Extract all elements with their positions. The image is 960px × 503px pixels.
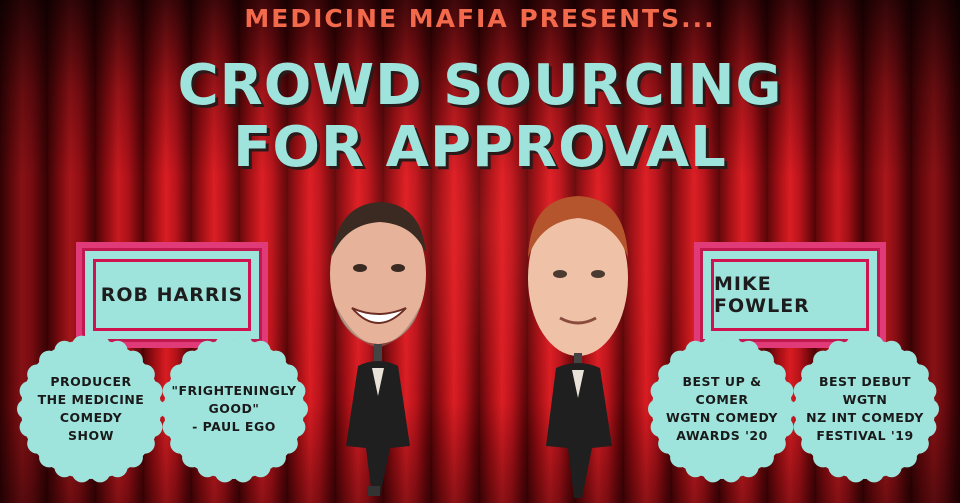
scallop-bump [233, 462, 254, 483]
name-stamp-mike: MIKE FOWLER [691, 239, 889, 351]
scallop-bump [17, 399, 37, 419]
badge-text: BEST DEBUT WGTN NZ INT COMEDY FESTIVAL '… [806, 374, 924, 443]
award-badge: BEST UP & COMER WGTN COMEDY AWARDS '20 [648, 335, 796, 483]
scallop-bump [648, 399, 668, 419]
badge-text: "FRIGHTENINGLY GOOD" - PAUL EGO [171, 383, 297, 434]
scallop-bump [702, 335, 723, 356]
scallop-bump [250, 457, 271, 478]
scallop-bump [233, 335, 254, 356]
scallop-bump [881, 457, 902, 478]
name-stamp-rob: ROB HARRIS [73, 239, 271, 351]
scallop-bump [864, 462, 885, 483]
scallop-bump [845, 335, 866, 356]
performer-figure-left [330, 202, 426, 496]
scallop-bump [828, 340, 849, 361]
scallop-bump [702, 462, 723, 483]
comedian-name: MIKE FOWLER [711, 259, 869, 331]
scallop-bump [71, 462, 92, 483]
scallop-bump [721, 462, 742, 483]
scallop-bump [107, 457, 128, 478]
scallop-bump [214, 462, 235, 483]
quote-badge: "FRIGHTENINGLY GOOD" - PAUL EGO [160, 335, 308, 483]
scallop-bump [90, 335, 111, 356]
performer-figure-right [528, 196, 628, 498]
scallop-bump [90, 462, 111, 483]
show-title-line2: FOR APPROVAL [233, 115, 727, 180]
award-badge: BEST DEBUT WGTN NZ INT COMEDY FESTIVAL '… [791, 335, 939, 483]
badge-text: BEST UP & COMER WGTN COMEDY AWARDS '20 [666, 374, 778, 443]
credential-badge: PRODUCER THE MEDICINE COMEDY SHOW [17, 335, 165, 483]
scallop-bump [197, 340, 218, 361]
scallop-bump [685, 340, 706, 361]
presents-heading: MEDICINE MAFIA PRESENTS... [244, 4, 716, 33]
show-title-line1: CROWD SOURCING [177, 53, 783, 118]
scallop-bump [845, 462, 866, 483]
scallop-bump [71, 335, 92, 356]
scallop-bump [54, 340, 75, 361]
scallop-bump [864, 335, 885, 356]
scallop-bump [738, 457, 759, 478]
scallop-bump [19, 417, 40, 438]
scallop-bump [721, 335, 742, 356]
scallop-bump [214, 335, 235, 356]
comedian-name: ROB HARRIS [93, 259, 251, 331]
badge-text: PRODUCER THE MEDICINE COMEDY SHOW [37, 374, 145, 443]
